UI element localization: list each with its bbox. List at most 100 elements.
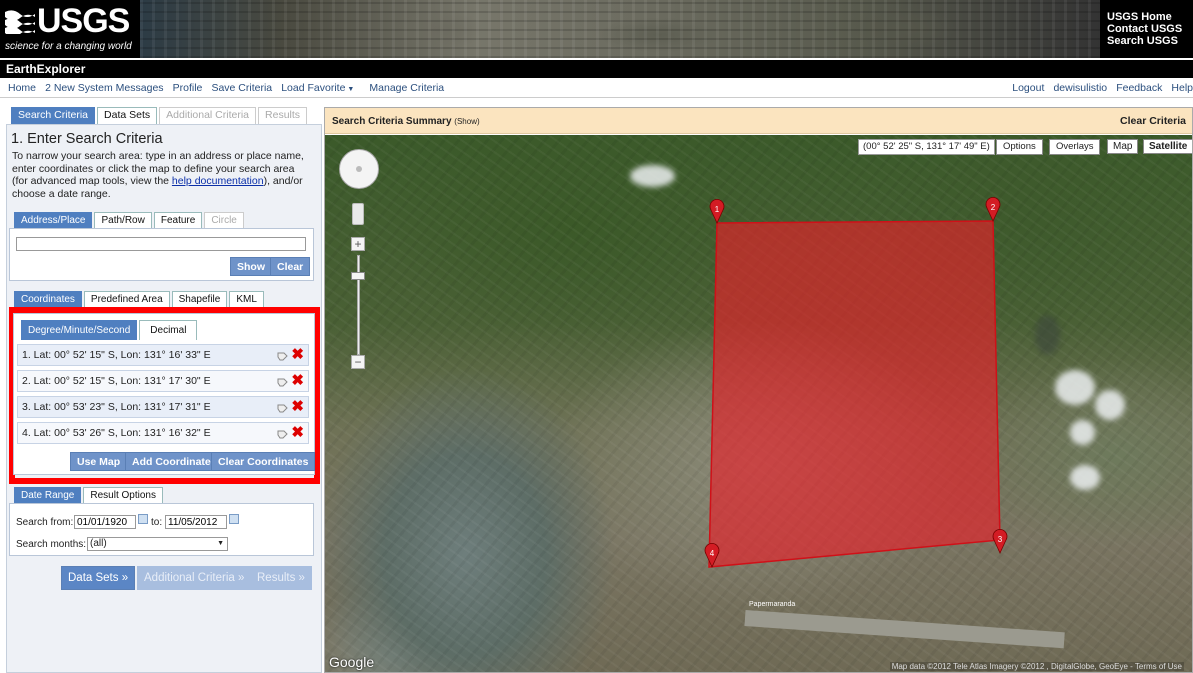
nav-feedback[interactable]: Feedback bbox=[1116, 82, 1162, 94]
coordinate-row: 3. Lat: 00° 53' 23" S, Lon: 131° 17' 31"… bbox=[17, 396, 309, 418]
area-tabs: Coordinates Predefined Area Shapefile KM… bbox=[14, 291, 264, 307]
tab-path-row[interactable]: Path/Row bbox=[94, 212, 152, 228]
app-title: EarthExplorer bbox=[6, 62, 86, 76]
search-months-label: Search months: bbox=[16, 539, 87, 550]
zoom-in-button[interactable]: + bbox=[351, 237, 365, 251]
street-view-pegman-icon[interactable] bbox=[352, 203, 364, 225]
summary-show-toggle[interactable]: (Show) bbox=[454, 117, 479, 126]
tab-result-options[interactable]: Result Options bbox=[83, 487, 163, 503]
delete-icon[interactable]: ✖ bbox=[291, 425, 304, 441]
address-box: Show Clear bbox=[9, 228, 314, 281]
nav-username[interactable]: dewisulistio bbox=[1053, 82, 1107, 94]
to-label: to: bbox=[151, 517, 163, 528]
tab-circle[interactable]: Circle bbox=[204, 212, 244, 228]
search-usgs-link[interactable]: Search USGS bbox=[1107, 35, 1187, 47]
calendar-icon[interactable] bbox=[229, 514, 239, 524]
usgs-home-link[interactable]: USGS Home bbox=[1107, 11, 1187, 23]
marker-4-label: 4 bbox=[710, 549, 715, 558]
zoom-slider-track[interactable] bbox=[357, 255, 360, 355]
delete-icon[interactable]: ✖ bbox=[291, 399, 304, 415]
coordinate-row: 4. Lat: 00° 53' 26" S, Lon: 131° 16' 32"… bbox=[17, 422, 309, 444]
coordinate-format-tabs: Degree/Minute/Second Decimal bbox=[21, 320, 198, 340]
marker-1-label: 1 bbox=[715, 205, 720, 214]
banner-aerial-image bbox=[140, 0, 1100, 58]
results-button[interactable]: Results » bbox=[250, 566, 312, 590]
add-coordinate-button[interactable]: Add Coordinate bbox=[125, 452, 218, 471]
pan-control[interactable] bbox=[339, 149, 379, 189]
google-logo: Google bbox=[329, 654, 375, 670]
map-type-satellite-button[interactable]: Satellite bbox=[1143, 139, 1192, 154]
nav-save-criteria[interactable]: Save Criteria bbox=[211, 82, 272, 94]
marker-2-label: 2 bbox=[991, 203, 996, 212]
coordinate-row: 1. Lat: 00° 52' 15" S, Lon: 131° 16' 33"… bbox=[17, 344, 309, 366]
nav-manage-criteria[interactable]: Manage Criteria bbox=[369, 82, 444, 94]
marker-1[interactable]: 1 bbox=[709, 198, 725, 224]
eraser-icon[interactable] bbox=[277, 402, 288, 413]
summary-title-text: Search Criteria Summary bbox=[332, 116, 452, 127]
map-type-map-button[interactable]: Map bbox=[1107, 139, 1139, 154]
coordinate-text: 2. Lat: 00° 52' 15" S, Lon: 131° 17' 30"… bbox=[22, 375, 211, 387]
chevron-down-icon: ▼ bbox=[217, 540, 224, 547]
nav-profile[interactable]: Profile bbox=[173, 82, 203, 94]
area-of-interest-overlay: 1 2 3 4 bbox=[704, 196, 1008, 568]
eraser-icon[interactable] bbox=[277, 428, 288, 439]
tab-address-place[interactable]: Address/Place bbox=[14, 212, 93, 228]
main-tabs: Search Criteria Data Sets Additional Cri… bbox=[11, 107, 308, 124]
marker-3[interactable]: 3 bbox=[992, 528, 1008, 554]
date-range-box: Search from: to: Search months: (all) ▼ bbox=[9, 503, 314, 556]
search-months-value: (all) bbox=[90, 538, 107, 549]
tab-search-criteria[interactable]: Search Criteria bbox=[11, 107, 96, 124]
tab-decimal[interactable]: Decimal bbox=[139, 320, 198, 340]
date-from-input[interactable] bbox=[74, 515, 136, 529]
cursor-coordinate-readout: (00° 52' 25" S, 131° 17' 49" E) bbox=[858, 139, 995, 155]
marker-2[interactable]: 2 bbox=[985, 196, 1001, 222]
delete-icon[interactable]: ✖ bbox=[291, 373, 304, 389]
zoom-out-button[interactable]: − bbox=[351, 355, 365, 369]
tab-coordinates[interactable]: Coordinates bbox=[14, 291, 82, 307]
tab-data-sets[interactable]: Data Sets bbox=[97, 107, 158, 124]
additional-criteria-button[interactable]: Additional Criteria » bbox=[137, 566, 252, 590]
overlays-button[interactable]: Overlays bbox=[1049, 139, 1101, 155]
nav-bar: Home 2 New System Messages Profile Save … bbox=[0, 78, 1193, 98]
tab-kml[interactable]: KML bbox=[229, 291, 264, 307]
options-button[interactable]: Options bbox=[996, 139, 1043, 155]
address-input[interactable] bbox=[16, 237, 306, 251]
date-to-input[interactable] bbox=[165, 515, 227, 529]
map-attribution[interactable]: Map data ©2012 Tele Atlas Imagery ©2012 … bbox=[889, 662, 1184, 671]
delete-icon[interactable]: ✖ bbox=[291, 347, 304, 363]
nav-system-messages[interactable]: 2 New System Messages bbox=[45, 82, 163, 94]
page-title: 1. Enter Search Criteria bbox=[11, 131, 163, 147]
search-from-label: Search from: bbox=[16, 517, 74, 528]
nav-home[interactable]: Home bbox=[8, 82, 36, 94]
clear-coordinates-button[interactable]: Clear Coordinates bbox=[211, 452, 316, 471]
nav-load-favorite[interactable]: Load Favorite ▼ bbox=[281, 82, 354, 94]
eraser-icon[interactable] bbox=[277, 350, 288, 361]
data-sets-button[interactable]: Data Sets » bbox=[61, 566, 136, 590]
coordinate-row: 2. Lat: 00° 52' 15" S, Lon: 131° 17' 30"… bbox=[17, 370, 309, 392]
usgs-logo[interactable]: USGS science for a changing world bbox=[5, 3, 140, 54]
tab-shapefile[interactable]: Shapefile bbox=[171, 291, 228, 307]
clear-button[interactable]: Clear bbox=[270, 257, 311, 276]
tab-additional-criteria[interactable]: Additional Criteria bbox=[159, 107, 257, 124]
search-criteria-summary-bar: Search Criteria Summary (Show) Clear Cri… bbox=[325, 108, 1192, 134]
use-map-button[interactable]: Use Map bbox=[70, 452, 128, 471]
nav-help[interactable]: Help bbox=[1171, 82, 1193, 94]
tab-predefined-area[interactable]: Predefined Area bbox=[83, 291, 170, 307]
zoom-slider-handle[interactable] bbox=[351, 272, 365, 280]
show-button[interactable]: Show bbox=[230, 257, 272, 276]
help-documentation-link[interactable]: help documentation bbox=[172, 175, 264, 187]
eraser-icon[interactable] bbox=[277, 376, 288, 387]
contact-usgs-link[interactable]: Contact USGS bbox=[1107, 23, 1187, 35]
logo-tagline: science for a changing world bbox=[5, 41, 132, 52]
tab-degree-minute-second[interactable]: Degree/Minute/Second bbox=[21, 320, 138, 340]
tab-results[interactable]: Results bbox=[258, 107, 308, 124]
clear-criteria-link[interactable]: Clear Criteria bbox=[1120, 115, 1186, 127]
tab-date-range[interactable]: Date Range bbox=[14, 487, 82, 503]
satellite-map[interactable]: Papermaranda 1 2 3 4 + − (00° 52' 25" S,… bbox=[325, 135, 1192, 672]
tab-feature[interactable]: Feature bbox=[153, 212, 203, 228]
search-months-select[interactable]: (all) ▼ bbox=[87, 537, 228, 551]
chevron-down-icon: ▼ bbox=[347, 86, 355, 93]
nav-logout[interactable]: Logout bbox=[1012, 82, 1044, 94]
calendar-icon[interactable] bbox=[138, 514, 148, 524]
usgs-banner: USGS science for a changing world USGS H… bbox=[0, 0, 1193, 58]
